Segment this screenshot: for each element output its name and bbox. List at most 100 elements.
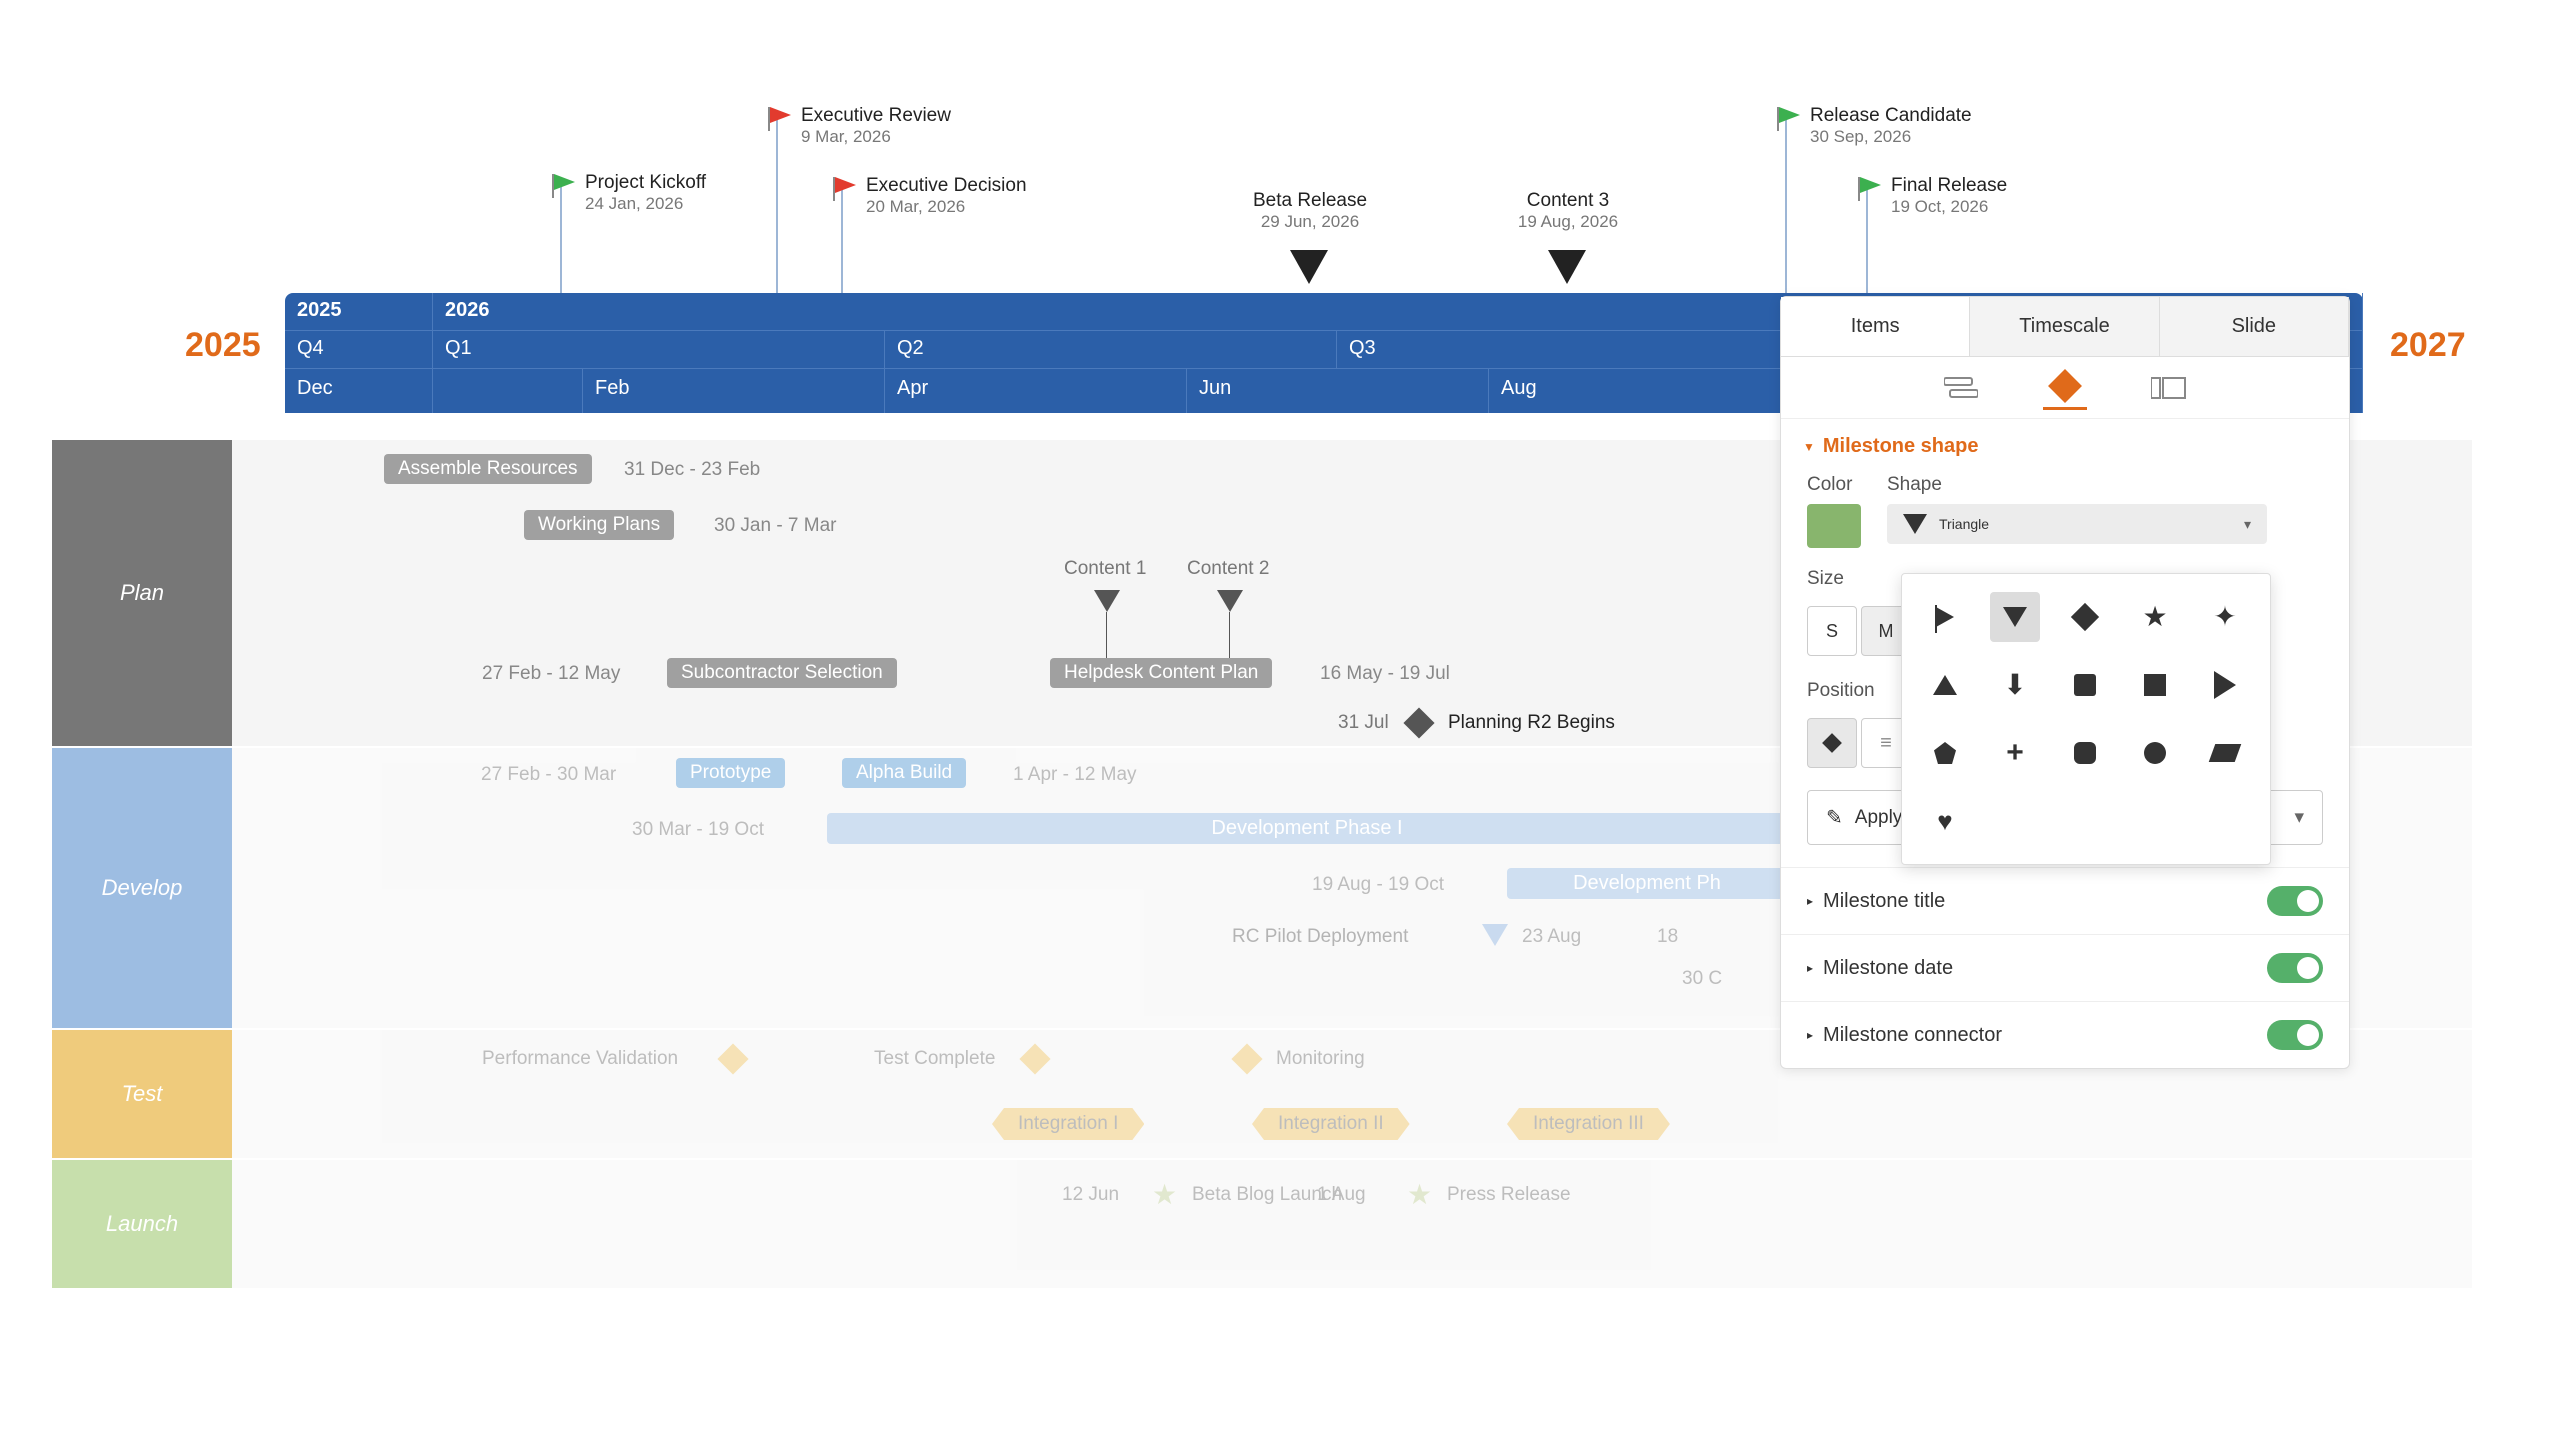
- mini-milestone-label: Content 1: [1064, 558, 1146, 580]
- subtab-layout-icon[interactable]: [2147, 366, 2191, 410]
- position-diamond-button[interactable]: [1807, 718, 1857, 768]
- shape-rounded-square[interactable]: [2060, 660, 2110, 710]
- shape-parallelogram[interactable]: [2200, 728, 2250, 778]
- milestone[interactable]: Executive Decision20 Mar, 2026: [832, 175, 1027, 217]
- tab-slide[interactable]: Slide: [2160, 297, 2349, 356]
- milestone-date: 29 Jun, 2026: [1210, 212, 1410, 232]
- section-milestone-shape[interactable]: ▼ Milestone shape: [1781, 419, 2349, 468]
- milestone-date: 31 Jul: [1338, 712, 1389, 734]
- flag-icon: [1776, 105, 1802, 131]
- diamond-icon[interactable]: [1019, 1043, 1050, 1074]
- toggle-milestone-date[interactable]: [2267, 953, 2323, 983]
- shape-heart[interactable]: ♥: [1920, 796, 1970, 846]
- chevron-down-icon: ▾: [2244, 516, 2251, 533]
- row-milestone-connector[interactable]: ▸ Milestone connector: [1781, 1001, 2349, 1068]
- diamond-icon[interactable]: [1403, 707, 1434, 738]
- shape-pentagon[interactable]: [1920, 728, 1970, 778]
- subtab-shape-icon[interactable]: [2043, 366, 2087, 410]
- triangle-down-icon: [1290, 250, 1328, 284]
- row-milestone-title[interactable]: ▸ Milestone title: [1781, 867, 2349, 934]
- timescale-cell: Jun: [1187, 369, 1489, 413]
- chevron-down-icon: ▾: [2294, 806, 2304, 829]
- timescale-cell: Aug: [1489, 369, 1791, 413]
- timescale-cell: Q3: [1337, 331, 1789, 368]
- flag-icon: [832, 175, 858, 201]
- shape-diamond[interactable]: [2060, 592, 2110, 642]
- task-dates: 27 Feb - 30 Mar: [481, 764, 616, 786]
- star-icon[interactable]: ★: [1407, 1178, 1432, 1211]
- milestone-date: 19 Oct, 2026: [1891, 197, 2007, 217]
- shape-arrow-down[interactable]: ⬇: [1990, 660, 2040, 710]
- milestone-connector: [1106, 612, 1107, 658]
- diamond-icon[interactable]: [717, 1043, 748, 1074]
- milestone[interactable]: Executive Review9 Mar, 2026: [767, 105, 951, 147]
- color-swatch[interactable]: [1807, 504, 1861, 548]
- star-icon[interactable]: ★: [1152, 1178, 1177, 1211]
- shape-rsquare[interactable]: [2060, 728, 2110, 778]
- swimlane-launch: Launch 12 Jun★Beta Blog Launch1 Aug★Pres…: [52, 1160, 2472, 1288]
- tab-timescale[interactable]: Timescale: [1970, 297, 2159, 356]
- shape-triangle-up[interactable]: [1920, 660, 1970, 710]
- milestone-connector: [1229, 612, 1230, 658]
- style-panel: Items Timescale Slide ▼ Milestone shape …: [1780, 296, 2350, 1069]
- task-bar[interactable]: Subcontractor Selection: [667, 658, 897, 688]
- task-bar[interactable]: Alpha Build: [842, 758, 966, 788]
- task-bar[interactable]: Prototype: [676, 758, 785, 788]
- timescale-cell: Feb: [583, 369, 885, 413]
- task-bar[interactable]: Assemble Resources: [384, 454, 592, 484]
- task-bar[interactable]: Integration III: [1507, 1108, 1670, 1140]
- task-bar[interactable]: Helpdesk Content Plan: [1050, 658, 1272, 688]
- size-s-button[interactable]: S: [1807, 606, 1857, 656]
- milestone[interactable]: Project Kickoff24 Jan, 2026: [551, 172, 706, 214]
- milestone-date: 1 Aug: [1317, 1184, 1366, 1206]
- caret-right-icon: ▸: [1807, 1028, 1813, 1042]
- milestone-title: Project Kickoff: [585, 172, 706, 194]
- milestone-title: Monitoring: [1276, 1048, 1365, 1070]
- subtab-bars-icon[interactable]: [1939, 366, 1983, 410]
- shape-dropdown[interactable]: Triangle ▾: [1887, 504, 2267, 544]
- milestone[interactable]: Final Release19 Oct, 2026: [1857, 175, 2007, 217]
- task-bar[interactable]: Integration II: [1252, 1108, 1410, 1140]
- mini-milestone-label: Content 2: [1187, 558, 1269, 580]
- milestone[interactable]: Release Candidate30 Sep, 2026: [1776, 105, 1972, 147]
- task-bar[interactable]: Working Plans: [524, 510, 674, 540]
- tab-items[interactable]: Items: [1781, 297, 1970, 356]
- milestone-title: Planning R2 Begins: [1448, 712, 1615, 734]
- toggle-milestone-title[interactable]: [2267, 886, 2323, 916]
- milestone-title: Beta Release: [1210, 190, 1410, 212]
- task-bar[interactable]: Development Ph: [1507, 868, 1787, 899]
- flag-icon: [551, 172, 577, 198]
- milestone-title: Executive Decision: [866, 175, 1027, 197]
- milestone[interactable]: Beta Release29 Jun, 2026: [1210, 190, 1410, 232]
- timescale-cell: Dec: [285, 369, 433, 413]
- shape-star[interactable]: ★: [2130, 592, 2180, 642]
- shape-triangle-down[interactable]: [1990, 592, 2040, 642]
- timescale-cell: Q4: [285, 331, 433, 368]
- task-bar[interactable]: Development Phase I: [827, 813, 1787, 844]
- diamond-icon[interactable]: [1231, 1043, 1262, 1074]
- milestone-date: 19 Aug, 2026: [1468, 212, 1668, 232]
- task-dates: 30 Mar - 19 Oct: [632, 819, 764, 841]
- flag-icon: [767, 105, 793, 131]
- timescale-cell: Q2: [885, 331, 1337, 368]
- shape-square[interactable]: [2130, 660, 2180, 710]
- caret-right-icon: ▸: [1807, 894, 1813, 908]
- milestone-date: 9 Mar, 2026: [801, 127, 951, 147]
- label-shape: Shape: [1887, 474, 2267, 496]
- timescale-cell: 2025: [285, 293, 433, 330]
- shape-circle[interactable]: [2130, 728, 2180, 778]
- timescale-cell: Apr: [885, 369, 1187, 413]
- timescale-cell: [433, 369, 583, 413]
- swimlane-label: Plan: [52, 440, 232, 746]
- row-milestone-date[interactable]: ▸ Milestone date: [1781, 934, 2349, 1001]
- shape-burst[interactable]: ✦: [2200, 592, 2250, 642]
- task-bar[interactable]: Integration I: [992, 1108, 1144, 1140]
- shape-plus[interactable]: +: [1990, 728, 2040, 778]
- milestone-title: Performance Validation: [482, 1048, 678, 1070]
- toggle-milestone-connector[interactable]: [2267, 1020, 2323, 1050]
- shape-chevron[interactable]: [2200, 660, 2250, 710]
- truncated-text: 30 C: [1682, 968, 1722, 990]
- shape-flag[interactable]: [1920, 592, 1970, 642]
- milestone[interactable]: Content 319 Aug, 2026: [1468, 190, 1668, 232]
- milestone-date: 12 Jun: [1062, 1184, 1119, 1206]
